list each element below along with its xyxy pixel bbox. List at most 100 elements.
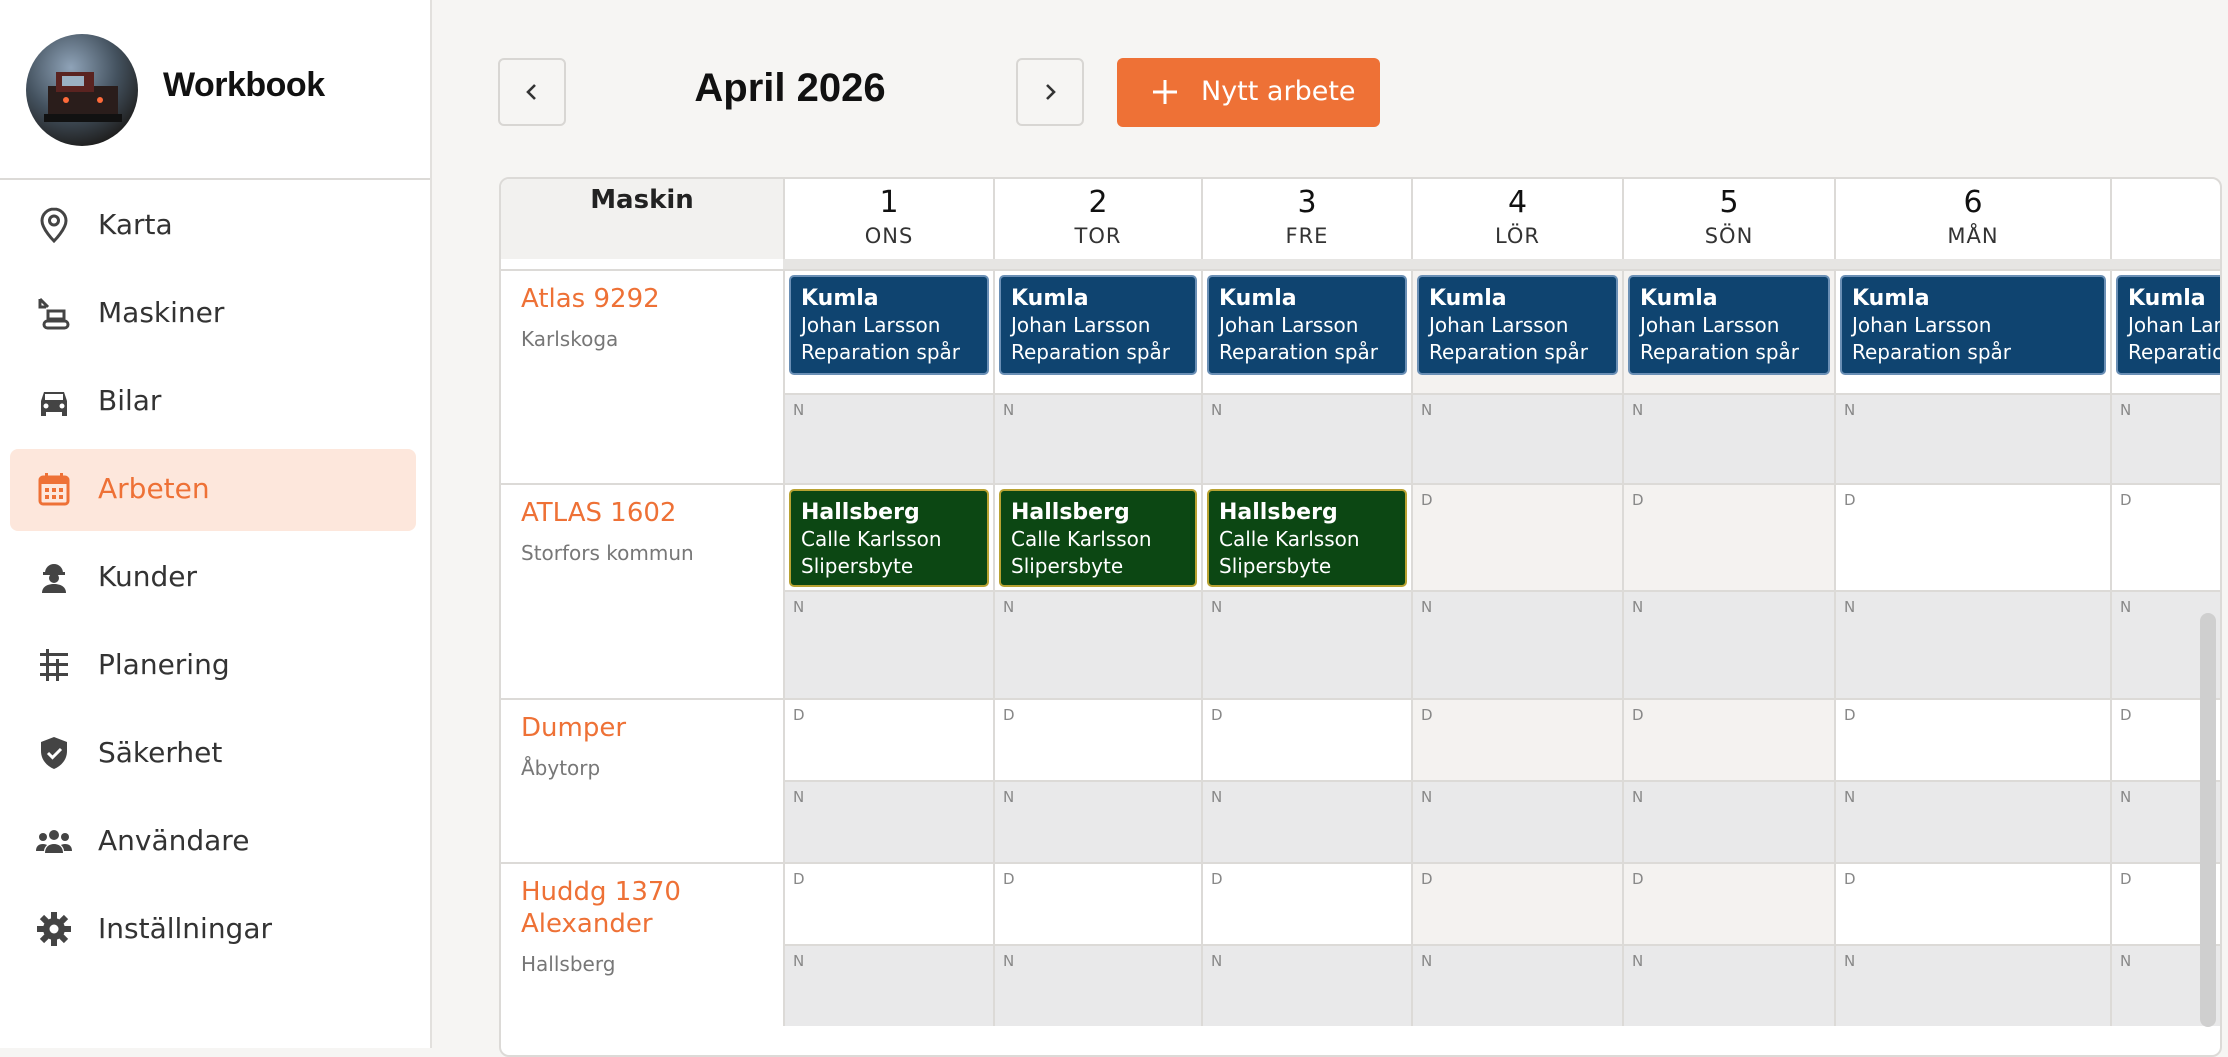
day-shift-cell[interactable]: D <box>1622 483 1834 590</box>
sidebar-item-maskiner[interactable]: Maskiner <box>10 273 416 355</box>
night-shift-cell[interactable]: N <box>1201 590 1411 698</box>
job-card[interactable]: KumlaJohan Larsson Reparation spår <box>1417 275 1618 375</box>
night-shift-cell[interactable]: N <box>993 944 1201 1026</box>
day-shift-cell[interactable]: D <box>1622 698 1834 780</box>
day-shift-cell[interactable]: KumlaJohan Larsson Reparation spår <box>1411 269 1622 393</box>
night-shift-cell[interactable]: N <box>783 944 993 1026</box>
job-card[interactable]: KumlaJohan Larsson Reparation spår <box>1207 275 1407 375</box>
job-card[interactable]: Hallsberg Calle Karlsson Slipersbyte <box>1207 489 1407 587</box>
machine-row-header[interactable]: Dumper Åbytorp <box>501 698 783 862</box>
machine-name[interactable]: ATLAS 1602 <box>521 497 771 529</box>
machine-name[interactable]: Dumper <box>521 712 771 744</box>
night-shift-cell[interactable]: N <box>1201 780 1411 862</box>
night-shift-cell[interactable]: N <box>993 780 1201 862</box>
day-shift-cell[interactable]: Hallsberg Calle Karlsson Slipersbyte <box>1201 483 1411 590</box>
shift-tag: D <box>793 706 805 724</box>
shift-tag: N <box>1211 401 1223 419</box>
night-shift-cell[interactable]: N <box>1622 590 1834 698</box>
day-shift-cell[interactable]: D <box>1834 698 2110 780</box>
day-shift-cell[interactable]: D <box>1411 698 1622 780</box>
night-shift-cell[interactable]: N <box>1622 944 1834 1026</box>
day-shift-cell[interactable]: D <box>1201 698 1411 780</box>
night-shift-cell[interactable]: N <box>1411 780 1622 862</box>
night-shift-cell[interactable]: N <box>1834 780 2110 862</box>
day-shift-cell[interactable]: Hallsberg Calle Karlsson Slipersbyte <box>993 483 1201 590</box>
sidebar-item-installningar[interactable]: Inställningar <box>10 889 416 971</box>
night-shift-cell[interactable]: N <box>1622 393 1834 483</box>
day-shift-cell[interactable]: D <box>1201 862 1411 944</box>
shift-tag: N <box>1632 952 1644 970</box>
sidebar-item-bilar[interactable]: Bilar <box>10 361 416 443</box>
job-card[interactable]: KumlaJohan Larsson Reparation spår <box>999 275 1197 375</box>
job-task: Reparation spår <box>1640 340 1799 364</box>
new-job-button[interactable]: Nytt arbete <box>1117 58 1380 127</box>
calendar-icon <box>34 469 74 509</box>
job-card[interactable]: KumlaJohan Larsson Reparation spår <box>1840 275 2106 375</box>
day-shift-cell[interactable]: D <box>1622 862 1834 944</box>
shift-tag: N <box>1632 401 1644 419</box>
night-shift-cell[interactable]: N <box>993 393 1201 483</box>
shift-tag: D <box>1844 491 1856 509</box>
sidebar-item-kunder[interactable]: Kunder <box>10 537 416 619</box>
job-task: Reparation spår <box>801 340 960 364</box>
night-shift-cell[interactable]: N <box>1411 944 1622 1026</box>
day-shift-cell[interactable]: D <box>1411 483 1622 590</box>
day-shift-cell[interactable]: KumlaJohan Larsson Reparation spår <box>783 269 993 393</box>
night-shift-cell[interactable]: N <box>1834 590 2110 698</box>
night-shift-cell[interactable]: N <box>1622 780 1834 862</box>
machine-name[interactable]: Atlas 9292 <box>521 283 771 315</box>
machine-location: Åbytorp <box>521 756 601 780</box>
night-shift-cell[interactable]: N <box>783 780 993 862</box>
machine-row-header[interactable]: Atlas 9292 Karlskoga <box>501 269 783 483</box>
day-shift-cell[interactable]: KumlaJohan Larsson Reparation spår <box>1834 269 2110 393</box>
day-shift-cell[interactable]: D <box>993 862 1201 944</box>
machine-row-header[interactable]: Huddg 1370 Alexander Hallsberg <box>501 862 783 1026</box>
night-shift-cell[interactable]: N <box>993 590 1201 698</box>
night-shift-cell[interactable]: N <box>1411 393 1622 483</box>
machine-row-header[interactable]: ATLAS 1602 Storfors kommun <box>501 483 783 698</box>
job-task: Slipersbyte <box>801 554 914 578</box>
shift-tag: D <box>1421 870 1433 888</box>
night-shift-cell[interactable]: N <box>1834 944 2110 1026</box>
next-month-button[interactable] <box>1016 58 1084 126</box>
machine-location: Karlskoga <box>521 327 619 351</box>
job-task: Slipersbyte <box>1011 554 1124 578</box>
job-place: Hallsberg <box>1011 500 1130 525</box>
night-shift-cell[interactable]: N <box>783 393 993 483</box>
night-shift-cell[interactable]: N <box>1201 944 1411 1026</box>
day-shift-cell[interactable]: D <box>1834 483 2110 590</box>
sidebar-item-karta[interactable]: Karta <box>10 185 416 267</box>
machine-name[interactable]: Huddg 1370 Alexander <box>521 876 771 940</box>
day-shift-cell[interactable]: Hallsberg Calle Karlsson Slipersbyte <box>783 483 993 590</box>
job-card[interactable]: KumlaJohan Larsson Reparation spår <box>789 275 989 375</box>
day-shift-cell[interactable]: KumlaJohan Larsson Reparation spår <box>1622 269 1834 393</box>
day-shift-cell[interactable]: D <box>783 698 993 780</box>
job-place: Hallsberg <box>801 500 920 525</box>
shift-tag: N <box>1211 952 1223 970</box>
night-shift-cell[interactable]: N <box>1411 590 1622 698</box>
day-number: 1 <box>879 185 899 220</box>
prev-month-button[interactable] <box>498 58 566 126</box>
day-shift-cell[interactable]: D <box>783 862 993 944</box>
day-shift-cell[interactable]: KumlaJohan Larsson Reparation spår <box>1201 269 1411 393</box>
day-shift-cell[interactable]: D <box>1834 862 2110 944</box>
job-card[interactable]: Hallsberg Calle Karlsson Slipersbyte <box>789 489 989 587</box>
sidebar-item-anvandare[interactable]: Användare <box>10 801 416 883</box>
sidebar-item-sakerhet[interactable]: Säkerhet <box>10 713 416 795</box>
day-shift-cell[interactable]: D <box>1411 862 1622 944</box>
night-shift-cell[interactable]: N <box>783 590 993 698</box>
shield-icon <box>34 733 74 773</box>
scrollbar-thumb[interactable] <box>2200 613 2216 1027</box>
night-shift-cell[interactable]: N <box>1201 393 1411 483</box>
shift-tag: N <box>1003 401 1015 419</box>
job-card[interactable]: KumlaJohan Larsson Reparation spår <box>1628 275 1830 375</box>
sidebar-item-arbeten[interactable]: Arbeten <box>10 449 416 531</box>
job-card[interactable]: Hallsberg Calle Karlsson Slipersbyte <box>999 489 1197 587</box>
night-shift-cell[interactable]: N <box>1834 393 2110 483</box>
shift-tag: N <box>1421 788 1433 806</box>
day-shift-cell[interactable]: KumlaJohan Larsson Reparation spår <box>993 269 1201 393</box>
day-shift-cell[interactable]: D <box>993 698 1201 780</box>
shift-tag: N <box>1211 598 1223 616</box>
sidebar-item-planering[interactable]: Planering <box>10 625 416 707</box>
gear-icon <box>34 909 74 949</box>
